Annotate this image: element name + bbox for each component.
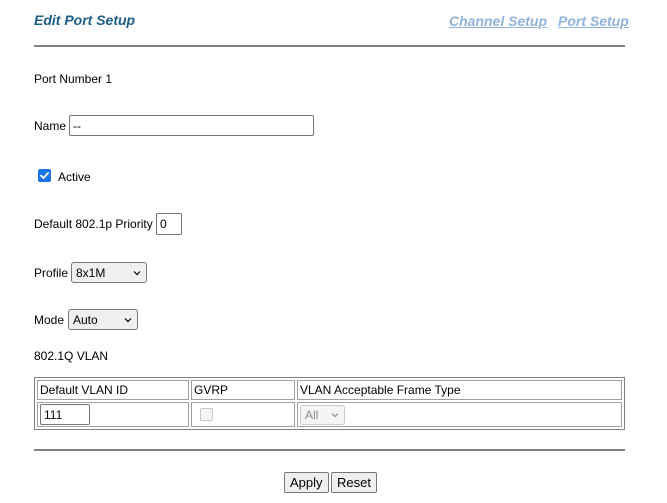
gvrp-cell	[191, 402, 295, 427]
active-checkbox[interactable]	[38, 169, 51, 182]
channel-setup-link[interactable]: Channel Setup	[449, 13, 547, 29]
mode-select[interactable]: Auto	[68, 309, 138, 330]
chevron-down-icon	[124, 317, 132, 322]
active-label: Active	[58, 170, 91, 184]
table-header-row: Default VLAN ID GVRP VLAN Acceptable Fra…	[37, 380, 622, 400]
mode-label: Mode	[34, 313, 65, 327]
gvrp-checkbox[interactable]	[200, 408, 213, 421]
chevron-down-icon	[133, 270, 141, 275]
header-frame-type: VLAN Acceptable Frame Type	[297, 380, 622, 400]
frame-type-select[interactable]: All	[300, 404, 345, 425]
priority-input[interactable]	[156, 213, 182, 235]
default-vlan-id-input[interactable]	[40, 404, 90, 425]
name-input[interactable]	[69, 115, 314, 136]
chevron-down-icon	[331, 412, 339, 417]
profile-label: Profile	[34, 266, 69, 280]
vlan-section-title: 802.1Q VLAN	[34, 349, 109, 363]
apply-button[interactable]: Apply	[284, 472, 329, 493]
vlan-table: Default VLAN ID GVRP VLAN Acceptable Fra…	[34, 377, 625, 430]
frame-type-value: All	[305, 407, 319, 422]
bottom-divider	[34, 449, 625, 451]
top-divider	[34, 45, 625, 47]
default-vlan-id-cell	[37, 402, 189, 427]
checkmark-icon	[40, 172, 49, 179]
page-title: Edit Port Setup	[34, 12, 136, 28]
port-number-label: Port Number 1	[34, 72, 113, 86]
profile-select[interactable]: 8x1M	[71, 262, 147, 283]
port-setup-link[interactable]: Port Setup	[558, 13, 629, 29]
name-label: Name	[34, 119, 67, 133]
table-row: All	[37, 402, 622, 427]
profile-select-value: 8x1M	[76, 265, 106, 280]
frame-type-cell: All	[297, 402, 622, 427]
mode-select-value: Auto	[73, 312, 98, 327]
header-default-vlan-id: Default VLAN ID	[37, 380, 189, 400]
priority-label: Default 802.1p Priority	[34, 217, 153, 231]
reset-button[interactable]: Reset	[331, 472, 377, 493]
header-gvrp: GVRP	[191, 380, 295, 400]
